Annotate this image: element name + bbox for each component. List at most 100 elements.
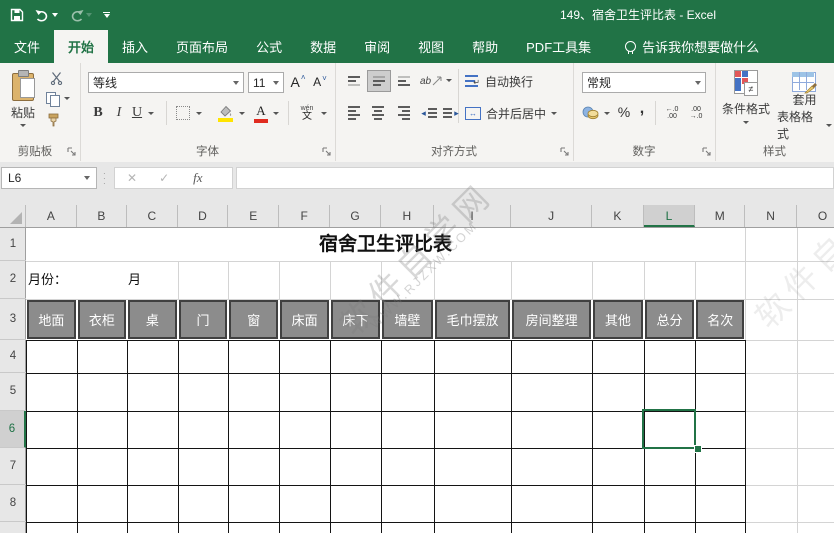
copy-button[interactable] [44,91,62,108]
table-header-cell-9[interactable]: 毛巾摆放 [435,300,511,339]
copy-dropdown[interactable] [64,97,70,100]
comma-button[interactable]: , [636,99,648,119]
decrease-decimal-button[interactable]: .00→.0 [685,103,707,123]
row-header-3[interactable]: 3 [0,299,26,340]
align-right-button[interactable] [393,103,415,123]
align-bottom-button[interactable] [393,71,415,91]
column-header-K[interactable]: K [592,205,644,227]
fill-color-dropdown[interactable] [239,112,245,115]
month-unit-cell[interactable]: 月 [128,261,141,299]
insert-function-button[interactable]: fx [193,170,202,186]
orientation-dropdown[interactable] [446,79,452,82]
customize-qat-icon[interactable] [103,12,110,19]
number-dialog-launcher[interactable] [702,147,712,157]
row-header-7[interactable]: 7 [0,448,26,484]
column-header-F[interactable]: F [279,205,330,227]
phonetic-button[interactable]: wén 文 [296,101,318,125]
ribbon-tab-5[interactable]: 公式 [242,30,296,63]
fill-handle[interactable] [694,445,702,453]
column-header-J[interactable]: J [511,205,592,227]
selected-cell-outline[interactable] [642,409,696,449]
table-header-cell-3[interactable]: 桌 [128,300,177,339]
percent-button[interactable]: % [615,102,633,122]
column-header-D[interactable]: D [178,205,229,227]
column-header-A[interactable]: A [26,205,77,227]
font-size-combo[interactable]: 11 [248,72,284,93]
undo-icon[interactable] [35,9,58,22]
fill-color-button[interactable] [214,101,236,125]
orientation-button[interactable]: ab [419,71,443,91]
column-header-I[interactable]: I [434,205,512,227]
row-header-6[interactable]: 6 [0,411,26,449]
column-header-L[interactable]: L [644,205,696,227]
row-header-2[interactable]: 2 [0,261,26,299]
borders-button[interactable] [174,104,192,122]
increase-indent-button[interactable]: ▸ [441,103,461,123]
bold-button[interactable]: B [90,103,106,123]
table-header-cell-4[interactable]: 门 [179,300,228,339]
italic-button[interactable]: I [112,103,126,123]
enter-button[interactable]: ✓ [159,171,169,185]
formula-input[interactable] [236,167,834,189]
ribbon-tab-7[interactable]: 审阅 [350,30,404,63]
table-header-cell-6[interactable]: 床面 [280,300,329,339]
clipboard-dialog-launcher[interactable] [67,147,77,157]
name-box[interactable]: L6 [1,167,97,189]
save-icon[interactable] [10,8,24,22]
table-header-cell-2[interactable]: 衣柜 [78,300,126,339]
ribbon-tab-8[interactable]: 视图 [404,30,458,63]
align-middle-button[interactable] [367,70,391,92]
align-top-button[interactable] [343,71,365,91]
cut-button[interactable] [46,70,66,86]
ribbon-tab-3[interactable]: 插入 [108,30,162,63]
table-header-cell-12[interactable]: 总分 [645,300,695,339]
align-center-button[interactable] [367,103,389,123]
decrease-indent-button[interactable]: ◂ [419,103,439,123]
sheet-grid[interactable]: 宿舍卫生评比表 月份： 月 地面衣柜桌门窗床面床下墙壁毛巾摆放房间整理其他总分名… [0,228,834,533]
row-header-1[interactable]: 1 [0,228,26,261]
ribbon-tab-6[interactable]: 数据 [296,30,350,63]
conditional-formatting-button[interactable]: ≠ 条件格式 [717,68,775,142]
paste-button[interactable]: 粘贴 [6,68,40,140]
column-header-N[interactable]: N [745,205,797,227]
borders-dropdown[interactable] [196,112,202,115]
row-header-5[interactable]: 5 [0,373,26,410]
table-header-cell-10[interactable]: 房间整理 [512,300,591,339]
redo-icon[interactable] [69,9,92,22]
name-box-splitter[interactable]: ∙∙∙ [103,171,107,185]
accounting-dropdown[interactable] [604,112,610,115]
underline-dropdown[interactable] [148,112,154,115]
decrease-font-button[interactable]: A˅ [310,71,330,93]
wrap-text-button[interactable]: ↵ 自动换行 [465,71,575,91]
tell-me-box[interactable]: 告诉我你想要做什么 [625,30,759,63]
format-as-table-button[interactable]: 套用 表格格式 [777,68,832,142]
table-header-cell-11[interactable]: 其他 [593,300,643,339]
number-format-combo[interactable]: 常规 [582,72,706,93]
column-header-C[interactable]: C [127,205,178,227]
table-header-cell-5[interactable]: 窗 [229,300,278,339]
select-all-button[interactable] [0,205,26,227]
ribbon-tab-10[interactable]: PDF工具集 [512,30,605,63]
row-header-4[interactable]: 4 [0,340,26,373]
ribbon-tab-9[interactable]: 帮助 [458,30,512,63]
column-header-H[interactable]: H [381,205,434,227]
month-label-cell[interactable]: 月份： [28,261,67,299]
column-header-O[interactable]: O [797,205,834,227]
merge-center-button[interactable]: ↔ 合并后居中 [465,103,573,123]
format-painter-button[interactable] [45,112,63,128]
row-header-8[interactable]: 8 [0,485,26,522]
align-left-button[interactable] [343,103,365,123]
column-header-E[interactable]: E [228,205,279,227]
font-color-dropdown[interactable] [273,112,279,115]
table-header-cell-1[interactable]: 地面 [27,300,76,339]
table-header-cell-13[interactable]: 名次 [696,300,744,339]
underline-button[interactable]: U [130,103,144,123]
column-header-G[interactable]: G [330,205,381,227]
font-dialog-launcher[interactable] [322,147,332,157]
column-header-M[interactable]: M [695,205,745,227]
ribbon-tab-4[interactable]: 页面布局 [162,30,242,63]
increase-decimal-button[interactable]: ←.0.00 [661,103,683,123]
cancel-button[interactable]: ✕ [127,171,137,185]
alignment-dialog-launcher[interactable] [560,147,570,157]
increase-font-button[interactable]: A˄ [288,71,308,93]
